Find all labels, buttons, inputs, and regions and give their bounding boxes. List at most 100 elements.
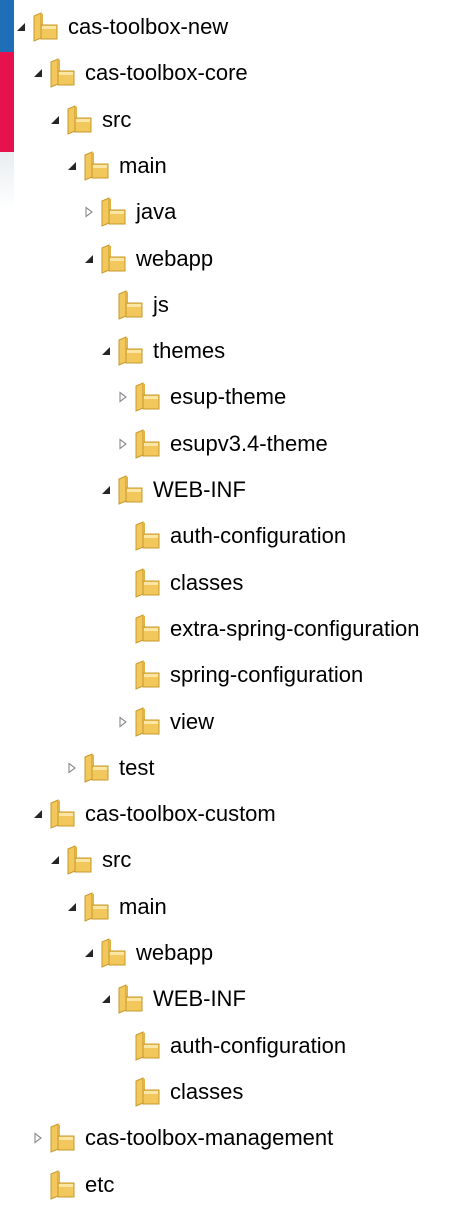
tree-item[interactable]: etc <box>31 1162 114 1207</box>
folder-tree: cas-toolbox-new cas-toolbox-core src main ja… <box>14 0 462 1207</box>
collapse-arrow-icon[interactable] <box>100 993 112 1005</box>
tree-toggle[interactable] <box>31 1115 45 1161</box>
tree-item-label: esupv3.4-theme <box>170 430 328 456</box>
collapse-arrow-icon[interactable] <box>32 808 44 820</box>
folder-icon <box>84 753 109 783</box>
tree-toggle[interactable] <box>31 791 45 837</box>
tree-item-label: src <box>102 847 132 873</box>
tree-toggle[interactable] <box>65 745 79 791</box>
expand-arrow-icon[interactable] <box>117 715 129 728</box>
tree-item[interactable]: cas-toolbox-custom <box>31 791 276 837</box>
expand-arrow-icon[interactable] <box>66 762 78 774</box>
tree-item-label: classes <box>170 1078 244 1104</box>
folder-icon <box>84 151 109 181</box>
tree-item[interactable]: main <box>65 143 167 189</box>
folder-icon <box>135 428 160 459</box>
tree-item-label: cas-toolbox-custom <box>85 801 276 827</box>
tree-toggle[interactable] <box>65 884 79 930</box>
tree-item-label: WEB-INF <box>153 986 246 1012</box>
collapse-arrow-icon[interactable] <box>66 160 78 172</box>
folder-icon <box>135 1030 160 1061</box>
tree-item-label: auth-configuration <box>170 1032 347 1058</box>
tree-toggle[interactable] <box>99 976 113 1022</box>
tree-item[interactable]: test <box>65 745 154 791</box>
tree-toggle[interactable] <box>99 328 113 374</box>
folder-icon <box>50 58 75 89</box>
tree-toggle[interactable] <box>82 930 96 976</box>
tree-item[interactable]: src <box>48 97 131 143</box>
tree-item-label: java <box>136 199 177 225</box>
folder-icon <box>50 1169 75 1200</box>
tree-toggle[interactable] <box>116 699 130 745</box>
tree-toggle[interactable] <box>65 143 79 189</box>
tree-item[interactable]: cas-toolbox-new <box>14 4 228 50</box>
tree-toggle[interactable] <box>116 421 130 467</box>
expand-arrow-icon[interactable] <box>117 438 129 450</box>
expand-arrow-icon[interactable] <box>117 391 129 403</box>
tree-item[interactable]: extra-spring-configuration <box>116 606 419 652</box>
collapse-arrow-icon[interactable] <box>83 947 95 959</box>
tree-item[interactable]: webapp <box>82 236 213 282</box>
folder-icon <box>135 706 160 737</box>
tree-item[interactable]: spring-configuration <box>116 652 363 698</box>
folder-icon <box>135 382 160 413</box>
collapse-arrow-icon[interactable] <box>100 484 112 496</box>
tree-toggle[interactable] <box>14 4 28 50</box>
tree-item-label: view <box>170 708 215 734</box>
tree-item[interactable]: WEB-INF <box>99 467 246 513</box>
tree-toggle <box>116 513 130 559</box>
tree-item[interactable]: themes <box>99 328 225 374</box>
tree-item-label: auth-configuration <box>170 523 347 549</box>
tree-item-label: cas-toolbox-core <box>85 60 248 86</box>
folder-icon <box>101 938 126 968</box>
folder-icon <box>135 521 160 552</box>
tree-toggle <box>31 1162 45 1207</box>
folder-icon <box>50 1123 75 1153</box>
tree-toggle[interactable] <box>82 189 96 235</box>
folder-icon <box>67 104 92 135</box>
tree-toggle <box>116 652 130 698</box>
tree-toggle <box>116 606 130 652</box>
tree-item[interactable]: webapp <box>82 930 213 976</box>
tree-item[interactable]: cas-toolbox-core <box>31 50 248 96</box>
tree-item[interactable]: js <box>99 282 169 328</box>
collapse-arrow-icon[interactable] <box>83 253 95 265</box>
folder-icon <box>118 290 143 320</box>
tree-item[interactable]: java <box>82 189 176 235</box>
tree-toggle[interactable] <box>48 97 62 143</box>
tree-item[interactable]: classes <box>116 560 243 606</box>
tree-item[interactable]: classes <box>116 1069 243 1115</box>
tree-item[interactable]: auth-configuration <box>116 1023 346 1069</box>
tree-item-label: esup-theme <box>170 384 287 410</box>
collapse-arrow-icon[interactable] <box>49 854 61 866</box>
tree-toggle[interactable] <box>82 236 96 282</box>
tree-toggle[interactable] <box>48 837 62 883</box>
tree-item-label: classes <box>170 569 244 595</box>
collapse-arrow-icon[interactable] <box>15 21 27 33</box>
collapse-arrow-icon[interactable] <box>100 345 112 357</box>
tree-toggle[interactable] <box>31 50 45 96</box>
tree-item-label: webapp <box>136 940 214 965</box>
expand-arrow-icon[interactable] <box>32 1132 44 1144</box>
tree-item[interactable]: view <box>116 699 214 745</box>
collapse-arrow-icon[interactable] <box>49 114 61 126</box>
collapse-arrow-icon[interactable] <box>66 901 78 913</box>
tree-item[interactable]: main <box>65 884 167 930</box>
expand-arrow-icon[interactable] <box>83 206 95 218</box>
folder-icon <box>101 197 126 227</box>
tree-toggle <box>116 1023 130 1069</box>
folder-icon <box>118 984 143 1015</box>
tree-item[interactable]: esup-theme <box>116 374 286 420</box>
tree-toggle[interactable] <box>99 467 113 513</box>
folder-icon <box>135 614 160 644</box>
collapse-arrow-icon[interactable] <box>32 67 44 79</box>
tree-item-label: main <box>119 893 167 919</box>
tree-item[interactable]: esupv3.4-theme <box>116 421 328 467</box>
tree-item-label: webapp <box>136 245 214 271</box>
tree-item[interactable]: auth-configuration <box>116 513 346 559</box>
tree-item[interactable]: src <box>48 837 131 883</box>
tree-item[interactable]: cas-toolbox-management <box>31 1115 333 1161</box>
tree-toggle[interactable] <box>116 374 130 420</box>
tree-item-label: test <box>119 754 155 780</box>
tree-item[interactable]: WEB-INF <box>99 976 246 1022</box>
